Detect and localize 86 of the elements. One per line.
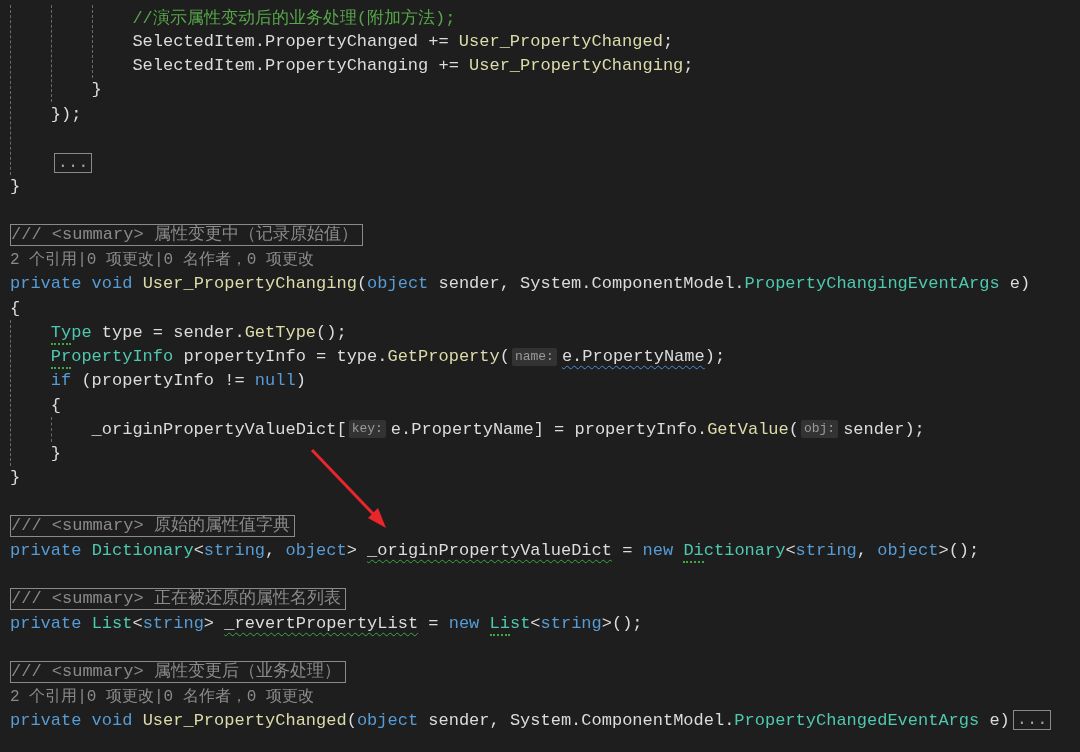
code-text: SelectedItem.PropertyChanging += xyxy=(132,56,460,76)
type-name: List xyxy=(489,613,531,633)
code-text: >(); xyxy=(601,613,643,633)
code-text: SelectedItem.PropertyChanged += xyxy=(132,31,450,51)
type-name: Dictionary xyxy=(91,541,194,561)
code-text: type = sender. xyxy=(100,322,245,342)
code-text: ; xyxy=(662,31,674,51)
code-text: _revertPropertyList xyxy=(224,613,419,633)
code-text: } xyxy=(91,80,102,100)
keyword: string xyxy=(203,541,266,561)
code-text: = xyxy=(427,613,440,633)
code-text: (propertyInfo != xyxy=(80,371,246,391)
type-name: List xyxy=(91,613,133,633)
code-text: < xyxy=(785,541,796,561)
doc-comment: /// <summary> 属性变更中（记录原始值） xyxy=(10,224,363,247)
code-text: < xyxy=(132,613,143,633)
type-name: Dictionary xyxy=(683,541,786,561)
code-text: >(); xyxy=(938,541,980,561)
code-text: sender, System.ComponentModel. xyxy=(437,274,745,294)
type-name: PropertyChangingEventArgs xyxy=(744,274,1000,294)
keyword: object xyxy=(356,710,419,730)
method-name: GetValue xyxy=(707,419,789,439)
keyword: private void xyxy=(10,710,134,730)
code-text: (); xyxy=(316,322,347,342)
code-text: { xyxy=(10,298,21,318)
method-name: User_PropertyChanging xyxy=(142,274,357,294)
code-text: _originPropertyValueDict xyxy=(367,541,612,561)
code-text: } xyxy=(50,444,61,464)
code-text: e) xyxy=(988,710,1010,730)
code-comment: //演示属性变动后的业务处理(附加方法); xyxy=(132,7,456,29)
code-lens[interactable]: 2 个引用|0 项更改|0 名作者，0 项更改 xyxy=(10,249,314,271)
method-name: GetProperty xyxy=(387,347,500,367)
keyword: object xyxy=(367,274,429,294)
code-text: { xyxy=(50,395,61,415)
code-text: > xyxy=(346,541,358,561)
type-name: Type xyxy=(50,322,92,342)
code-text: ); xyxy=(704,347,726,367)
keyword: private xyxy=(10,541,83,561)
keyword: object xyxy=(877,541,939,561)
code-text: sender); xyxy=(843,419,925,439)
type-name: PropertyInfo xyxy=(50,347,174,367)
parameter-hint: key: xyxy=(348,420,386,439)
parameter-hint: obj: xyxy=(800,420,839,439)
code-text: ( xyxy=(788,419,799,439)
code-text: sender, System.ComponentModel. xyxy=(427,710,735,730)
doc-comment: /// <summary> 属性变更后（业务处理） xyxy=(10,660,346,683)
keyword: string xyxy=(142,613,204,633)
code-text: } xyxy=(10,468,21,488)
code-text: > xyxy=(203,613,216,633)
code-text: _originPropertyValueDict[ xyxy=(91,419,347,439)
code-text: e) xyxy=(1008,274,1031,294)
doc-comment: /// <summary> 正在被还原的属性名列表 xyxy=(10,588,346,611)
method-name: User_PropertyChanging xyxy=(469,56,684,76)
code-text: < xyxy=(530,613,541,633)
keyword: new xyxy=(448,613,481,633)
code-text: ( xyxy=(499,347,510,367)
keyword: private void xyxy=(10,274,134,294)
parameter-hint: name: xyxy=(511,347,557,366)
keyword: null xyxy=(254,371,296,391)
code-text: e.PropertyName] = propertyInfo. xyxy=(390,419,708,439)
code-text: } xyxy=(10,177,21,197)
collapsed-block[interactable]: ... xyxy=(53,152,93,173)
code-text: < xyxy=(193,541,204,561)
code-text: ( xyxy=(356,274,368,294)
code-text: ) xyxy=(295,371,306,391)
doc-comment: /// <summary> 原始的属性值字典 xyxy=(10,515,295,538)
code-text: ( xyxy=(346,710,357,730)
code-text: e.PropertyName xyxy=(561,347,705,367)
method-name: User_PropertyChanged xyxy=(142,710,347,730)
code-text: = xyxy=(621,541,634,561)
keyword: object xyxy=(285,541,347,561)
code-text: ; xyxy=(683,56,694,76)
method-name: GetType xyxy=(244,322,317,342)
collapsed-block[interactable]: ... xyxy=(1012,710,1052,731)
method-name: User_PropertyChanged xyxy=(458,31,663,51)
keyword: string xyxy=(795,541,857,561)
keyword: private xyxy=(10,613,83,633)
code-lens[interactable]: 2 个引用|0 项更改|0 名作者，0 项更改 xyxy=(10,685,314,707)
code-text: , xyxy=(856,541,869,561)
type-name: PropertyChangedEventArgs xyxy=(734,710,980,730)
code-text: , xyxy=(265,541,277,561)
keyword: if xyxy=(50,371,72,391)
keyword: new xyxy=(642,541,675,561)
code-text: propertyInfo = type. xyxy=(182,347,388,367)
code-text: }); xyxy=(50,104,82,124)
keyword: string xyxy=(540,613,602,633)
